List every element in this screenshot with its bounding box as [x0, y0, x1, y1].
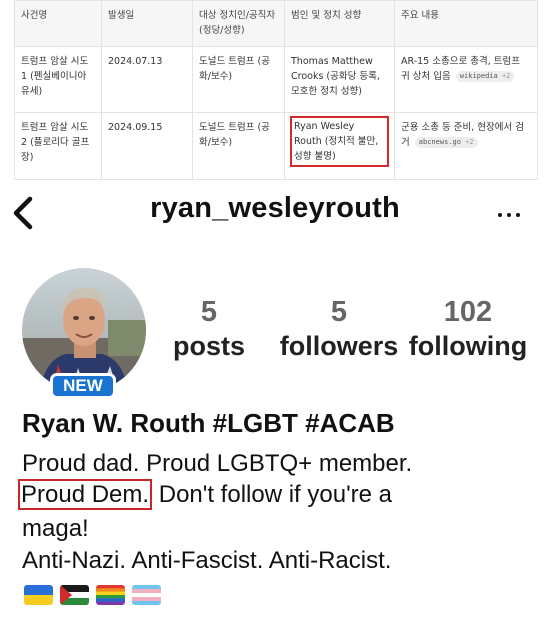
- bio-line-rest: Don't follow if you're a: [152, 481, 393, 508]
- source-chip-label: abcnews.go: [418, 138, 461, 146]
- cell-perpetrator: Ryan Wesley Routh (정치적 불만, 성향 불명): [284, 112, 395, 180]
- cell-target: 도널드 트럼프 (공화/보수): [192, 46, 285, 113]
- cell-perpetrator: Thomas Matthew Crooks (공화당 등록, 모호한 정치 성향…: [284, 46, 395, 113]
- cell-date: 2024.07.13: [101, 46, 193, 113]
- source-chip-more: +2: [465, 138, 474, 146]
- profile-display-name: Ryan W. Routh #LGBT #ACAB: [22, 408, 395, 438]
- bio-line: Proud Dem. Don't follow if you're a: [18, 479, 393, 510]
- cell-summary: 군용 소총 등 준비, 현장에서 검거 abcnews.go +2: [394, 112, 538, 180]
- ukraine-flag-icon: [24, 585, 53, 605]
- stat-posts[interactable]: 5 posts: [172, 296, 246, 362]
- cell-target: 도널드 트럼프 (공화/보수): [192, 112, 285, 180]
- header-event: 사건명: [14, 0, 102, 47]
- bio-highlight-box: Proud Dem.: [18, 479, 153, 510]
- source-chip-label: wikipedia: [459, 72, 498, 80]
- header-date: 발생일: [101, 0, 193, 47]
- profile-username: ryan_wesleyrouth: [150, 192, 400, 224]
- stat-following-label: following: [408, 331, 528, 361]
- bio-line: Proud dad. Proud LGBTQ+ member.: [22, 450, 413, 477]
- header-target: 대상 정치인/공직자 (정당/성향): [192, 0, 285, 47]
- stat-following-value: 102: [443, 296, 493, 328]
- source-chip[interactable]: wikipedia +2: [455, 71, 515, 82]
- instagram-profile: ryan_wesleyrouth NEW 5 posts 5 followers…: [0, 182, 550, 628]
- perpetrator-highlight-box: Ryan Wesley Routh (정치적 불만, 성향 불명): [290, 116, 389, 167]
- bio-line: Anti-Nazi. Anti-Fascist. Anti-Racist.: [22, 547, 392, 574]
- header-perpetrator: 범인 및 정치 성향: [284, 0, 395, 47]
- stat-following[interactable]: 102 following: [408, 296, 528, 362]
- stat-followers[interactable]: 5 followers: [278, 296, 400, 362]
- stat-posts-value: 5: [200, 296, 218, 328]
- table-header-row: 사건명 발생일 대상 정치인/공직자 (정당/성향) 범인 및 정치 성향 주요…: [14, 0, 538, 47]
- cell-event: 트럼프 암살 시도 2 (플로리다 골프장): [14, 112, 102, 180]
- header-summary: 주요 내용: [394, 0, 538, 47]
- bio-line: maga!: [22, 515, 89, 542]
- stat-followers-label: followers: [279, 331, 399, 361]
- more-horizontal-icon[interactable]: [496, 202, 526, 222]
- source-chip-more: +2: [501, 72, 511, 80]
- table-row: 트럼프 암살 시도 2 (플로리다 골프장) 2024.09.15 도널드 트럼…: [14, 112, 538, 180]
- rainbow-flag-icon: [96, 585, 125, 605]
- new-badge: NEW: [50, 373, 116, 399]
- transgender-flag-icon: [132, 585, 161, 605]
- palestine-flag-icon: [60, 585, 89, 605]
- cell-summary: AR-15 소총으로 총격, 트럼프 귀 상처 입음 wikipedia +2: [394, 46, 538, 113]
- stat-followers-value: 5: [330, 296, 348, 328]
- source-chip[interactable]: abcnews.go +2: [414, 137, 478, 148]
- stat-posts-label: posts: [172, 331, 245, 361]
- incident-table: 사건명 발생일 대상 정치인/공직자 (정당/성향) 범인 및 정치 성향 주요…: [14, 0, 538, 182]
- flag-emoji-row: [24, 585, 161, 605]
- cell-date: 2024.09.15: [101, 112, 193, 180]
- cell-event: 트럼프 암살 시도 1 (펜실베이니아 유세): [14, 46, 102, 113]
- table-row: 트럼프 암살 시도 1 (펜실베이니아 유세) 2024.07.13 도널드 트…: [14, 46, 538, 113]
